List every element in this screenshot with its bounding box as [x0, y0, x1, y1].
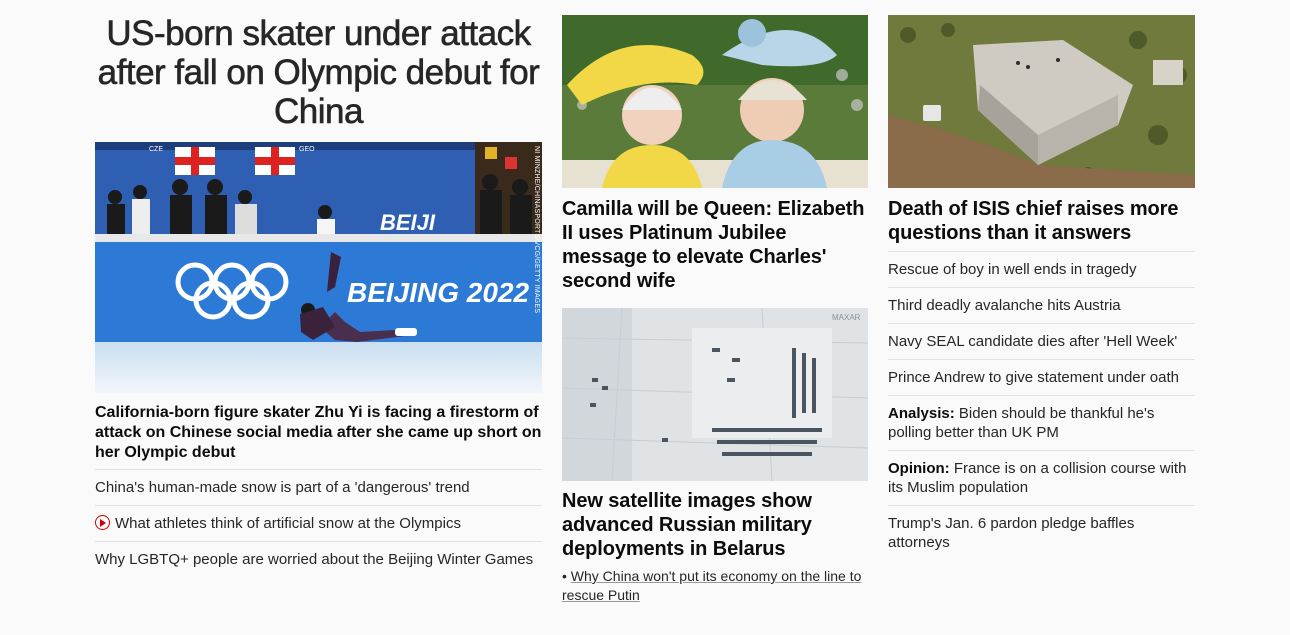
- list-item-artificial-snow-trend[interactable]: China's human-made snow is part of a 'da…: [95, 469, 542, 505]
- list-item-athletes-video[interactable]: What athletes think of artificial snow a…: [95, 505, 542, 541]
- list-item-text: Navy SEAL candidate dies after 'Hell Wee…: [888, 333, 1178, 350]
- list-item-text: Third deadly avalanche hits Austria: [888, 297, 1121, 314]
- isis-story-image[interactable]: [888, 15, 1195, 188]
- satellite-story-image[interactable]: MAXAR: [562, 308, 868, 481]
- list-item-text: Trump's Jan. 6 pardon pledge baffles att…: [888, 515, 1135, 551]
- right-column: Death of ISIS chief raises more question…: [888, 0, 1195, 560]
- isis-headline[interactable]: Death of ISIS chief raises more question…: [888, 197, 1195, 245]
- lead-story-summary[interactable]: California-born figure skater Zhu Yi is …: [95, 403, 542, 463]
- lead-story-image[interactable]: CZE GEO BEIJI BEIJING 2022 NI MINZHE/CHI…: [95, 142, 542, 393]
- camilla-headline[interactable]: Camilla will be Queen: Elizabeth II uses…: [562, 197, 868, 293]
- lead-headline[interactable]: US-born skater under attack after fall o…: [95, 14, 542, 132]
- list-item-text: What athletes think of artificial snow a…: [115, 515, 461, 532]
- flag-label-cze: CZE: [149, 146, 163, 153]
- satellite-related: • Why China won't put its economy on the…: [562, 567, 868, 605]
- photo-credit: NI MINZHE/CHINASPORTS/VCG/GETTY IMAGES: [533, 146, 540, 314]
- banner-text: BEIJING 2022: [347, 277, 530, 308]
- list-item-lgbtq-winter-games[interactable]: Why LGBTQ+ people are worried about the …: [95, 541, 542, 577]
- lead-related-list: China's human-made snow is part of a 'da…: [95, 469, 542, 577]
- flag-label-geo: GEO: [299, 146, 315, 153]
- isis-building-photo: [888, 15, 1195, 188]
- list-item-text: Why LGBTQ+ people are worried about the …: [95, 551, 534, 568]
- right-list: Rescue of boy in well ends in tragedy Th…: [888, 251, 1195, 560]
- list-item-prefix: Analysis:: [888, 405, 955, 422]
- list-item-text: Prince Andrew to give statement under oa…: [888, 369, 1180, 386]
- board-text: BEIJI: [380, 210, 436, 235]
- maxar-watermark: MAXAR: [832, 313, 861, 322]
- lead-story-column: US-born skater under attack after fall o…: [95, 0, 542, 577]
- skater-fall-photo: CZE GEO BEIJI BEIJING 2022: [95, 142, 542, 393]
- related-bullet: •: [562, 568, 567, 584]
- list-item-text: China's human-made snow is part of a 'da…: [95, 479, 470, 496]
- list-item-prince-andrew[interactable]: Prince Andrew to give statement under oa…: [888, 359, 1195, 395]
- satellite-headline[interactable]: New satellite images show advanced Russi…: [562, 489, 868, 561]
- camilla-story-image[interactable]: [562, 15, 868, 188]
- list-item-opinion-france[interactable]: Opinion: France is on a collision course…: [888, 450, 1195, 505]
- list-item-avalanche-austria[interactable]: Third deadly avalanche hits Austria: [888, 287, 1195, 323]
- queen-camilla-photo: [562, 15, 868, 188]
- list-item-analysis-biden[interactable]: Analysis: Biden should be thankful he's …: [888, 395, 1195, 450]
- list-item-boy-in-well[interactable]: Rescue of boy in well ends in tragedy: [888, 251, 1195, 287]
- list-item-prefix: Opinion:: [888, 460, 950, 477]
- play-icon: [95, 515, 110, 530]
- list-item-trump-pardon[interactable]: Trump's Jan. 6 pardon pledge baffles att…: [888, 505, 1195, 560]
- middle-column: Camilla will be Queen: Elizabeth II uses…: [562, 0, 868, 605]
- list-item-text: Rescue of boy in well ends in tragedy: [888, 261, 1137, 278]
- related-link-china-putin[interactable]: Why China won't put its economy on the l…: [562, 568, 861, 603]
- list-item-navy-seal[interactable]: Navy SEAL candidate dies after 'Hell Wee…: [888, 323, 1195, 359]
- satellite-photo: MAXAR: [562, 308, 868, 481]
